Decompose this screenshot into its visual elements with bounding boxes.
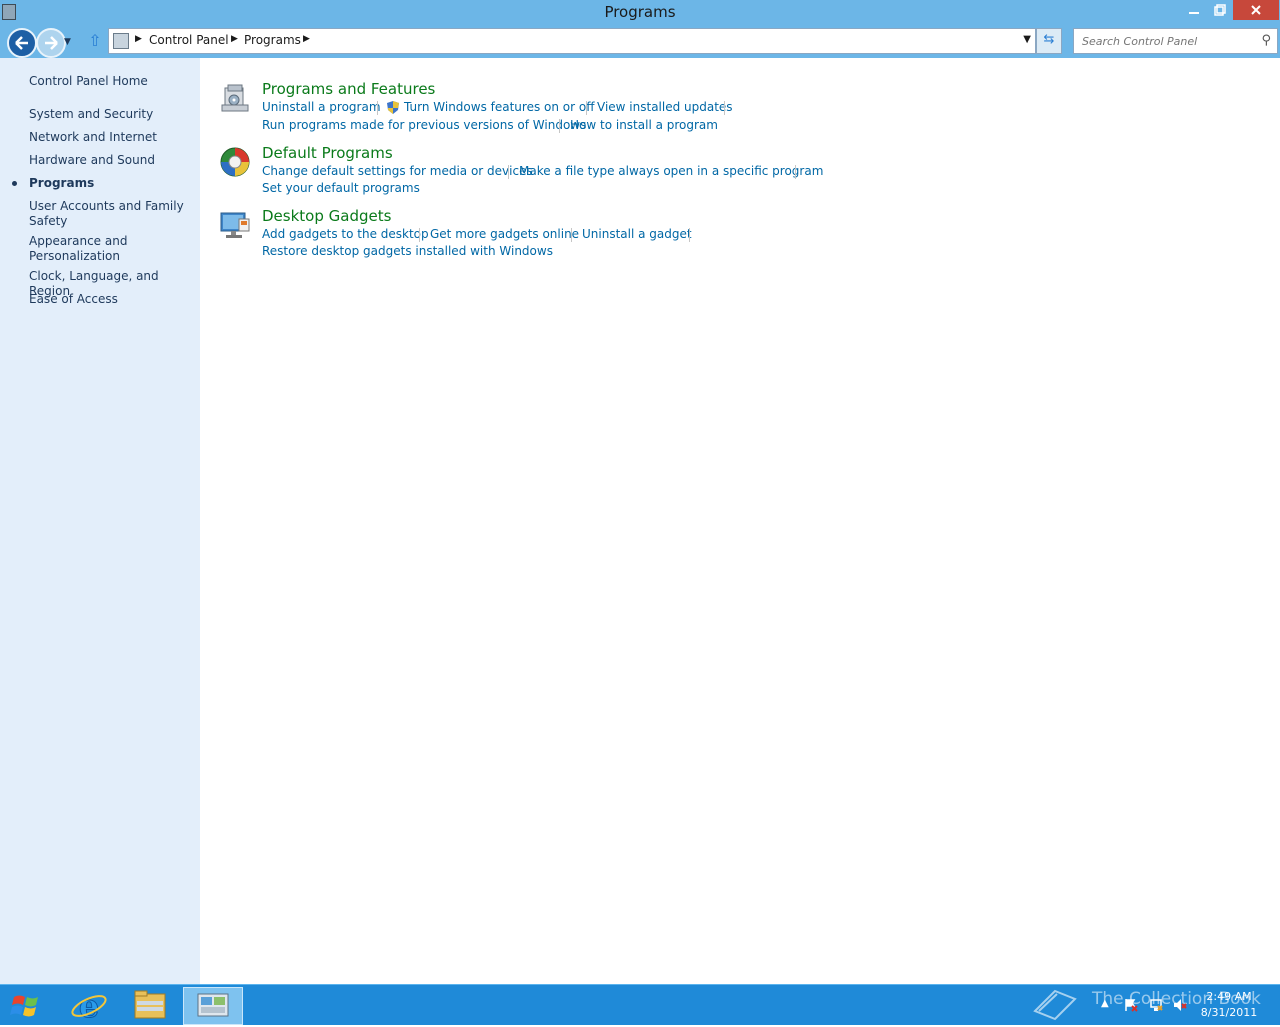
sidebar-item-control-panel-home[interactable]: Control Panel Home [29, 74, 194, 89]
default-programs-icon[interactable] [219, 146, 251, 178]
window-title: Programs [604, 3, 676, 21]
link-turn-windows-features[interactable]: Turn Windows features on or off [404, 100, 595, 114]
link-divider [377, 101, 378, 115]
navigation-bar: ▼ ⇧ ▶ Control Panel ▶ Programs ▶ ▼ ⇆ ⚲ [0, 24, 1280, 58]
section-title-desktop-gadgets[interactable]: Desktop Gadgets [262, 207, 391, 225]
section-title-programs-and-features[interactable]: Programs and Features [262, 80, 435, 98]
breadcrumb-arrow-icon[interactable]: ▶ [303, 34, 310, 44]
link-make-file-type-always-open[interactable]: Make a file type always open in a specif… [519, 164, 823, 178]
link-view-installed-updates[interactable]: View installed updates [597, 100, 733, 114]
volume-muted-icon[interactable] [1173, 998, 1187, 1012]
clock-time: 2:49 AM [1206, 990, 1252, 1003]
search-input[interactable] [1080, 32, 1252, 50]
watermark-book-icon [1033, 989, 1077, 1021]
sidebar-item-appearance[interactable]: Appearance and Personalization [29, 234, 159, 264]
sidebar-item-ease-of-access[interactable]: Ease of Access [29, 292, 194, 307]
link-get-more-gadgets-online[interactable]: Get more gadgets online [430, 227, 579, 241]
address-bar[interactable]: ▶ Control Panel ▶ Programs ▶ ▼ [108, 28, 1036, 54]
title-bar: Programs [0, 0, 1280, 24]
section-title-default-programs[interactable]: Default Programs [262, 144, 393, 162]
sidebar-item-network-and-internet[interactable]: Network and Internet [29, 130, 194, 145]
forward-icon [45, 36, 58, 50]
link-divider [419, 228, 420, 242]
link-divider [689, 228, 690, 242]
current-page-bullet [12, 181, 17, 186]
link-divider [571, 228, 572, 242]
breadcrumb-arrow-icon[interactable]: ▶ [135, 34, 142, 44]
svg-text:e: e [79, 987, 99, 1023]
desktop-gadgets-icon[interactable] [219, 209, 251, 241]
address-history-dropdown-icon[interactable]: ▼ [1023, 34, 1031, 45]
restore-button[interactable] [1207, 0, 1233, 20]
close-button[interactable] [1233, 0, 1279, 20]
clock-date: 8/31/2011 [1200, 1006, 1258, 1019]
link-divider [559, 119, 560, 133]
forward-button[interactable] [36, 28, 66, 58]
sidebar-item-system-and-security[interactable]: System and Security [29, 107, 194, 122]
taskbar-file-explorer[interactable] [121, 987, 179, 1023]
sidebar-item-programs[interactable]: Programs [29, 176, 194, 191]
breadcrumb-arrow-icon[interactable]: ▶ [231, 34, 238, 44]
link-how-to-install-a-program[interactable]: How to install a program [570, 118, 718, 132]
link-change-default-settings-media[interactable]: Change default settings for media or dev… [262, 164, 533, 178]
start-icon[interactable] [8, 992, 44, 1020]
system-clock[interactable]: 2:49 AM 8/31/2011 [1199, 989, 1259, 1021]
uac-shield-icon [387, 101, 399, 114]
action-center-flag-icon[interactable] [1124, 998, 1138, 1012]
link-divider [795, 165, 796, 179]
taskbar: e The Collection Book ▲ 2:49 AM 8/31/201… [0, 984, 1280, 1026]
restore-icon [1214, 4, 1226, 16]
network-icon[interactable] [1149, 998, 1163, 1012]
control-panel-location-icon [113, 33, 129, 49]
breadcrumb-control-panel[interactable]: Control Panel [149, 33, 229, 47]
recent-pages-dropdown[interactable]: ▼ [64, 37, 71, 47]
link-restore-desktop-gadgets[interactable]: Restore desktop gadgets installed with W… [262, 244, 553, 258]
refresh-icon: ⇆ [1043, 32, 1055, 47]
control-panel-icon [197, 993, 229, 1017]
sidebar: Control Panel Home System and Security N… [0, 58, 200, 984]
link-uninstall-a-program[interactable]: Uninstall a program [262, 100, 381, 114]
search-icon[interactable]: ⚲ [1261, 33, 1271, 48]
link-divider [724, 101, 725, 115]
link-add-gadgets-to-desktop[interactable]: Add gadgets to the desktop [262, 227, 429, 241]
link-uninstall-a-gadget[interactable]: Uninstall a gadget [582, 227, 692, 241]
programs-features-icon[interactable] [219, 82, 251, 114]
breadcrumb-programs[interactable]: Programs [244, 33, 301, 47]
taskbar-internet-explorer[interactable]: e [60, 987, 118, 1026]
minimize-icon [1189, 12, 1199, 14]
link-set-your-default-programs[interactable]: Set your default programs [262, 181, 420, 195]
show-hidden-icons-icon[interactable]: ▲ [1101, 998, 1115, 1012]
up-icon: ⇧ [88, 31, 102, 50]
sidebar-item-user-accounts[interactable]: User Accounts and Family Safety [29, 199, 194, 229]
minimize-button[interactable] [1181, 0, 1207, 20]
file-explorer-icon [134, 990, 166, 1019]
search-box[interactable]: ⚲ [1073, 28, 1278, 54]
close-icon [1251, 5, 1261, 15]
back-button[interactable] [7, 28, 37, 58]
link-divider [586, 101, 587, 115]
link-run-programs-previous-versions[interactable]: Run programs made for previous versions … [262, 118, 586, 132]
link-divider [508, 165, 509, 179]
sidebar-item-hardware-and-sound[interactable]: Hardware and Sound [29, 153, 194, 168]
refresh-button[interactable]: ⇆ [1036, 28, 1062, 54]
internet-explorer-icon: e [71, 987, 107, 1026]
taskbar-control-panel[interactable] [183, 987, 243, 1025]
back-icon [15, 36, 28, 50]
up-button[interactable]: ⇧ [86, 32, 104, 50]
